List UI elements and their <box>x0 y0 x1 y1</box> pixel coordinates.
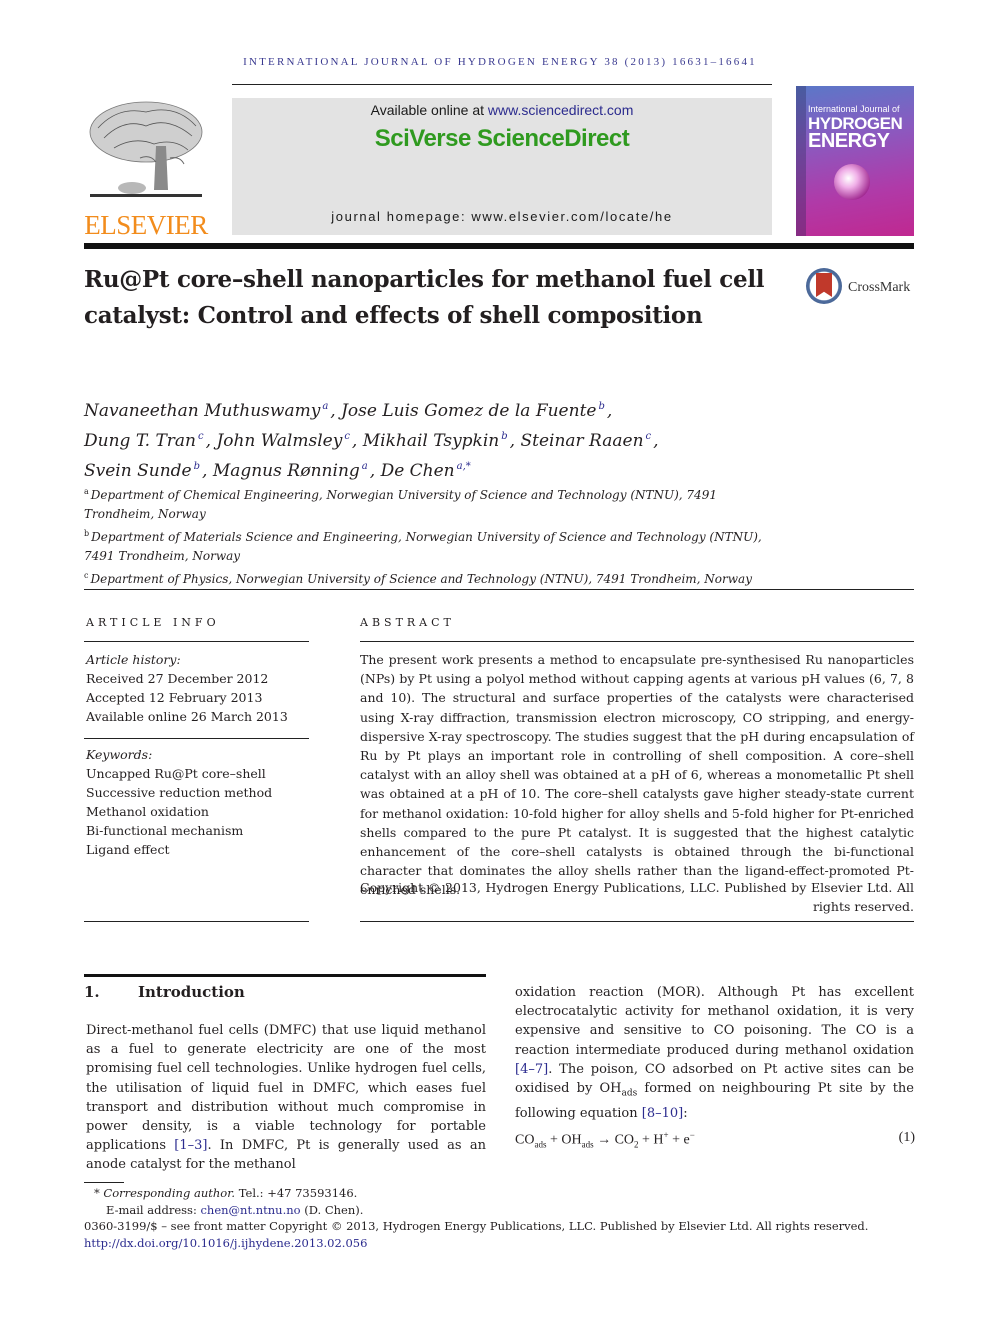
affiliation: b Department of Materials Science and Eng… <box>84 529 762 563</box>
introduction-heading: 1. Introduction <box>84 983 245 1001</box>
author[interactable]: Magnus Rønning a <box>213 461 370 481</box>
equation-number: (1) <box>898 1130 915 1145</box>
keywords: Keywords: Uncapped Ru@Pt core–shell Succ… <box>86 745 311 859</box>
history-received: Received 27 December 2012 <box>86 671 269 686</box>
introduction-left-column: Direct-methanol fuel cells (DMFC) that u… <box>86 1023 486 1173</box>
history-rule <box>84 738 309 739</box>
journal-cover-image[interactable]: International Journal of HYDROGEN ENERGY <box>796 86 914 236</box>
author[interactable]: De Chen a,* <box>381 461 473 481</box>
available-online-prefix: Available online at <box>370 102 488 118</box>
journal-homepage[interactable]: journal homepage: www.elsevier.com/locat… <box>232 209 772 224</box>
article-title: Ru@Pt core–shell nanoparticles for metha… <box>84 266 765 329</box>
article-info-rule <box>84 641 309 642</box>
keyword: Methanol oxidation <box>86 804 209 819</box>
keywords-rule <box>84 921 309 922</box>
keyword: Bi-functional mechanism <box>86 823 244 838</box>
abstract-rule <box>360 641 914 642</box>
elsevier-tree-icon <box>89 101 203 197</box>
sciencedirect-link[interactable]: www.sciencedirect.com <box>488 102 634 118</box>
author[interactable]: John Walmsley c <box>216 431 351 451</box>
article-info-label: ARTICLE INFO <box>86 616 220 629</box>
citation-link[interactable]: [4–7] <box>515 1062 548 1077</box>
affiliation: a Department of Chemical Engineering, Nor… <box>84 487 717 521</box>
footnote-rule <box>84 1182 124 1183</box>
keyword: Successive reduction method <box>86 785 273 800</box>
history-accepted: Accepted 12 February 2013 <box>86 690 263 705</box>
author[interactable]: Navaneethan Muthuswamy a <box>84 401 330 421</box>
crossmark-button[interactable]: CrossMark <box>806 268 916 312</box>
section-title: Introduction <box>138 983 245 1001</box>
cover-orb-graphic <box>834 164 870 200</box>
masthead-rule <box>84 243 914 249</box>
available-online-line: Available online at www.sciencedirect.co… <box>232 102 772 118</box>
affiliation: c Department of Physics, Norwegian Univer… <box>84 571 752 586</box>
crossmark-label: CrossMark <box>848 280 911 295</box>
keywords-label: Keywords: <box>86 747 153 762</box>
author[interactable]: Jose Luis Gomez de la Fuente b <box>341 401 607 421</box>
article-history: Article history: Received 27 December 20… <box>86 650 311 726</box>
abstract-end-rule <box>360 921 914 922</box>
affiliations: a Department of Chemical Engineering, Nor… <box>84 482 784 589</box>
author[interactable]: Svein Sunde b <box>84 461 202 481</box>
keyword: Uncapped Ru@Pt core–shell <box>86 766 266 781</box>
elsevier-logo[interactable]: ELSEVIER <box>84 98 208 240</box>
cover-line3: ENERGY <box>808 130 890 152</box>
equation-1: COads + OHads → CO2 + H+ + e− (1) <box>515 1130 915 1150</box>
abstract-label: ABSTRACT <box>360 616 455 629</box>
cover-line1: International Journal of <box>808 104 900 114</box>
sciverse-sciencedirect-logo[interactable]: SciVerse ScienceDirect <box>232 125 772 153</box>
doi-link[interactable]: http://dx.doi.org/10.1016/j.ijhydene.201… <box>84 1236 367 1250</box>
history-label: Article history: <box>86 652 181 667</box>
author[interactable]: Dung T. Tran c <box>84 431 206 451</box>
keyword: Ligand effect <box>86 842 170 857</box>
introduction-rule <box>84 974 486 977</box>
citation-link[interactable]: [8–10] <box>642 1106 683 1121</box>
citation-link[interactable]: [1–3] <box>174 1138 207 1153</box>
cover-strip <box>796 86 806 236</box>
abstract-copyright: Copyright © 2013, Hydrogen Energy Public… <box>360 880 914 915</box>
author[interactable]: Mikhail Tsypkin b <box>363 431 510 451</box>
section-number: 1. <box>84 983 100 1001</box>
corresponding-author-note: * Corresponding author. Tel.: +47 735931… <box>94 1186 358 1200</box>
author[interactable]: Steinar Raaen c <box>520 431 653 451</box>
abstract-text: The present work presents a method to en… <box>360 652 914 898</box>
email-link[interactable]: chen@nt.ntnu.no <box>200 1203 300 1217</box>
running-head: INTERNATIONAL JOURNAL OF HYDROGEN ENERGY… <box>243 56 757 68</box>
elsevier-wordmark: ELSEVIER <box>84 210 208 240</box>
email-note: E-mail address: chen@nt.ntnu.no (D. Chen… <box>106 1202 364 1217</box>
author-list: Navaneethan Muthuswamy a, Jose Luis Gomez… <box>84 401 659 481</box>
footnotes: * Corresponding author. Tel.: +47 735931… <box>84 1185 924 1251</box>
sciencedirect-banner: Available online at www.sciencedirect.co… <box>232 98 772 235</box>
history-online: Available online 26 March 2013 <box>86 709 288 724</box>
section-divider <box>84 589 914 590</box>
issn-line: 0360-3199/$ – see front matter Copyright… <box>84 1219 869 1233</box>
header-rule <box>232 84 772 85</box>
introduction-right-column: oxidation reaction (MOR). Although Pt ha… <box>515 985 914 1121</box>
